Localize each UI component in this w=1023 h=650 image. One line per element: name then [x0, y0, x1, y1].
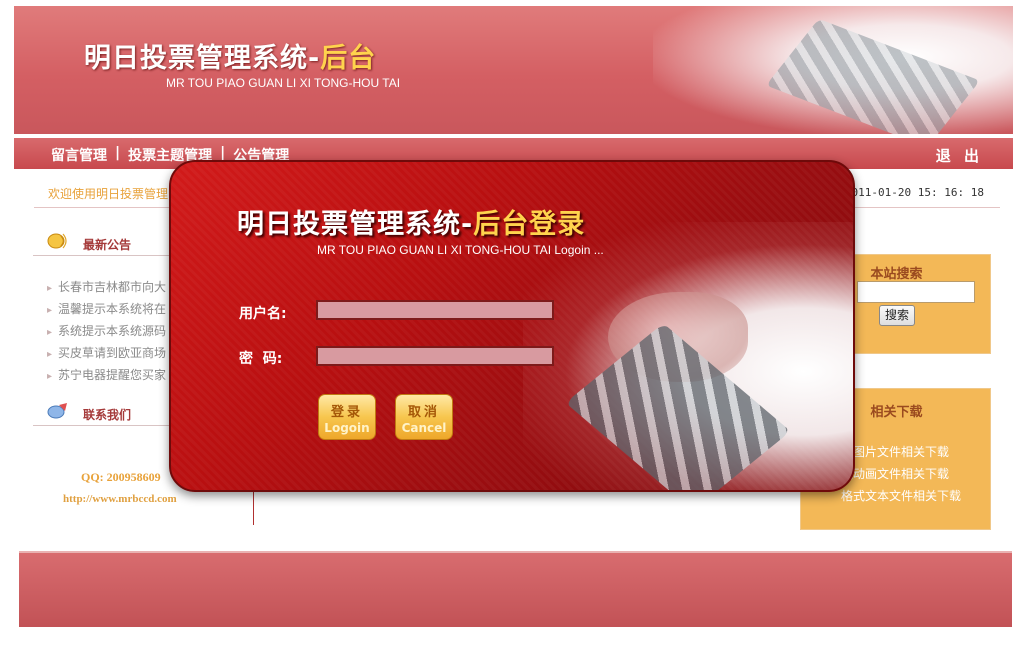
list-item[interactable]: ▸ 苏宁电器提醒您买家	[47, 364, 166, 386]
bullet-icon: ▸	[47, 371, 53, 382]
cancel-button-label: 取消	[407, 405, 440, 420]
header-banner: 明日投票管理系统-后台 MR TOU PIAO GUAN LI XI TONG-…	[14, 6, 1013, 134]
cancel-button[interactable]: 取消 Cancel	[395, 394, 453, 440]
login-button-label: 登录	[330, 405, 363, 420]
column-divider	[253, 490, 254, 525]
list-item[interactable]: ▸ 温馨提示本系统将在	[47, 298, 166, 320]
contact-info: QQ: 200958609 http://www.mrbccd.com	[63, 470, 177, 505]
speaker-icon	[47, 233, 67, 249]
download-item[interactable]: 式图片文件相关下载	[841, 441, 961, 463]
contact-url[interactable]: http://www.mrbccd.com	[63, 493, 177, 505]
nav-item-messages[interactable]: 留言管理	[51, 145, 107, 165]
list-item[interactable]: ▸ 系统提示本系统源码	[47, 320, 166, 342]
nav-separator: |	[115, 145, 121, 161]
search-button[interactable]: 搜索	[879, 305, 915, 326]
news-item-text: 温馨提示本系统将在	[58, 302, 167, 316]
news-title: 最新公告	[83, 238, 132, 252]
welcome-message: 欢迎使用明日投票管理	[48, 187, 169, 201]
bullet-icon: ▸	[47, 305, 53, 316]
bullet-icon: ▸	[47, 283, 53, 294]
downloads-list: 式图片文件相关下载 式动画文件相关下载 格式文本文件相关下载	[841, 441, 961, 507]
news-item-text: 苏宁电器提醒您买家	[58, 368, 167, 382]
download-item[interactable]: 格式文本文件相关下载	[841, 485, 961, 507]
news-item-text: 买皮草请到欧亚商场	[58, 346, 167, 360]
news-item-text: 长春市吉林都市向大	[58, 280, 167, 294]
site-title: 明日投票管理系统-后台	[84, 36, 376, 75]
username-label: 用户名:	[239, 306, 287, 322]
site-title-main: 明日投票管理系统-	[84, 43, 321, 74]
contact-icon	[47, 403, 67, 419]
login-dialog: 明日投票管理系统-后台登录 MR TOU PIAO GUAN LI XI TON…	[169, 160, 855, 492]
login-button[interactable]: 登录 Logoin	[318, 394, 376, 440]
bullet-icon: ▸	[47, 327, 53, 338]
login-title-main: 明日投票管理系统-	[237, 209, 474, 240]
contact-qq: QQ: 200958609	[81, 470, 161, 484]
datetime-display: 2011-01-20 15: 16: 18	[844, 186, 984, 199]
page: 明日投票管理系统-后台 MR TOU PIAO GUAN LI XI TONG-…	[0, 0, 1023, 650]
download-item[interactable]: 式动画文件相关下载	[841, 463, 961, 485]
bullet-icon: ▸	[47, 349, 53, 360]
login-subtitle: MR TOU PIAO GUAN LI XI TONG-HOU TAI Logo…	[317, 243, 604, 257]
password-field[interactable]	[316, 346, 554, 366]
news-item-text: 系统提示本系统源码	[58, 324, 167, 338]
list-item[interactable]: ▸ 买皮草请到欧亚商场	[47, 342, 166, 364]
site-subtitle: MR TOU PIAO GUAN LI XI TONG-HOU TAI	[166, 76, 401, 90]
logout-link[interactable]: 退 出	[936, 145, 983, 166]
username-field[interactable]	[316, 300, 554, 320]
search-input[interactable]	[857, 281, 975, 303]
login-button-label-en: Logoin	[324, 421, 370, 435]
site-title-highlight: 后台	[320, 43, 377, 74]
login-title: 明日投票管理系统-后台登录	[237, 202, 585, 241]
password-label: 密 码:	[239, 351, 283, 367]
contact-title: 联系我们	[83, 408, 132, 422]
cancel-button-label-en: Cancel	[401, 421, 447, 435]
footer	[19, 551, 1012, 627]
news-list: ▸ 长春市吉林都市向大 ▸ 温馨提示本系统将在 ▸ 系统提示本系统源码 ▸ 买皮草请到欧…	[47, 276, 166, 386]
list-item[interactable]: ▸ 长春市吉林都市向大	[47, 276, 166, 298]
login-title-highlight: 后台登录	[473, 209, 586, 240]
